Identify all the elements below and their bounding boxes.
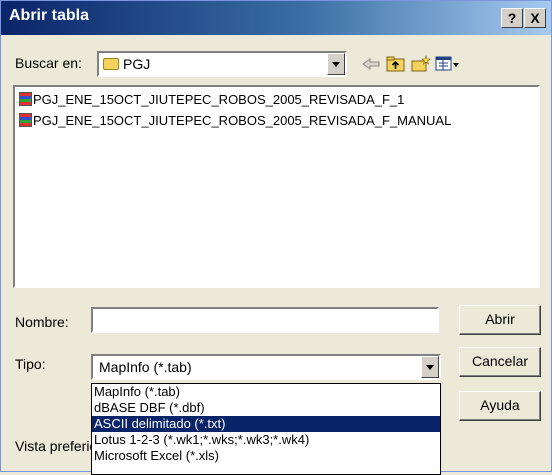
list-item[interactable]: PGJ_ENE_15OCT_JIUTEPEC_ROBOS_2005_REVISA…	[19, 113, 451, 128]
close-button[interactable]: X	[524, 8, 546, 28]
file-list[interactable]: PGJ_ENE_15OCT_JIUTEPEC_ROBOS_2005_REVISA…	[13, 85, 540, 288]
back-arrow-icon[interactable]	[361, 55, 381, 73]
dropdown-option[interactable]: Microsoft Excel (*.xls)	[92, 448, 440, 464]
type-select[interactable]: MapInfo (*.tab)	[91, 354, 441, 380]
help-button[interactable]: Ayuda	[459, 391, 541, 421]
folder-icon	[103, 58, 119, 70]
view-menu-icon[interactable]	[435, 55, 461, 73]
type-label: Tipo:	[15, 356, 46, 372]
dropdown-option[interactable]: Lotus 1-2-3 (*.wk1;*.wks;*.wk3;*.wk4)	[92, 432, 440, 448]
lookin-combo[interactable]: PGJ	[97, 51, 347, 77]
up-folder-icon[interactable]	[386, 55, 406, 73]
open-table-dialog: Abrir tabla ? X Buscar en: PGJ PGJ_ENE_1…	[0, 0, 552, 475]
chevron-down-icon[interactable]	[421, 356, 439, 378]
cancel-button[interactable]: Cancelar	[459, 347, 541, 377]
type-value: MapInfo (*.tab)	[99, 359, 192, 375]
type-dropdown-list[interactable]: MapInfo (*.tab) dBASE DBF (*.dbf) ASCII …	[91, 383, 441, 475]
window-title: Abrir tabla	[9, 7, 90, 24]
preview-label: Vista preferid	[15, 438, 98, 454]
open-button[interactable]: Abrir	[459, 305, 541, 335]
list-item[interactable]: PGJ_ENE_15OCT_JIUTEPEC_ROBOS_2005_REVISA…	[19, 92, 404, 107]
name-label: Nombre:	[15, 314, 69, 330]
name-input[interactable]	[91, 307, 439, 333]
help-title-button[interactable]: ?	[501, 8, 523, 28]
dropdown-option-highlighted[interactable]: ASCII delimitado (*.txt)	[92, 416, 440, 432]
dropdown-option[interactable]: dBASE DBF (*.dbf)	[92, 400, 440, 416]
chevron-down-icon[interactable]	[327, 53, 345, 75]
lookin-value: PGJ	[123, 56, 151, 72]
lookin-label: Buscar en:	[15, 55, 82, 71]
title-bar: Abrir tabla	[1, 1, 551, 35]
new-folder-icon[interactable]	[411, 55, 431, 73]
table-file-icon	[19, 113, 32, 127]
table-file-icon	[19, 92, 32, 106]
dropdown-option[interactable]: MapInfo (*.tab)	[92, 384, 440, 400]
